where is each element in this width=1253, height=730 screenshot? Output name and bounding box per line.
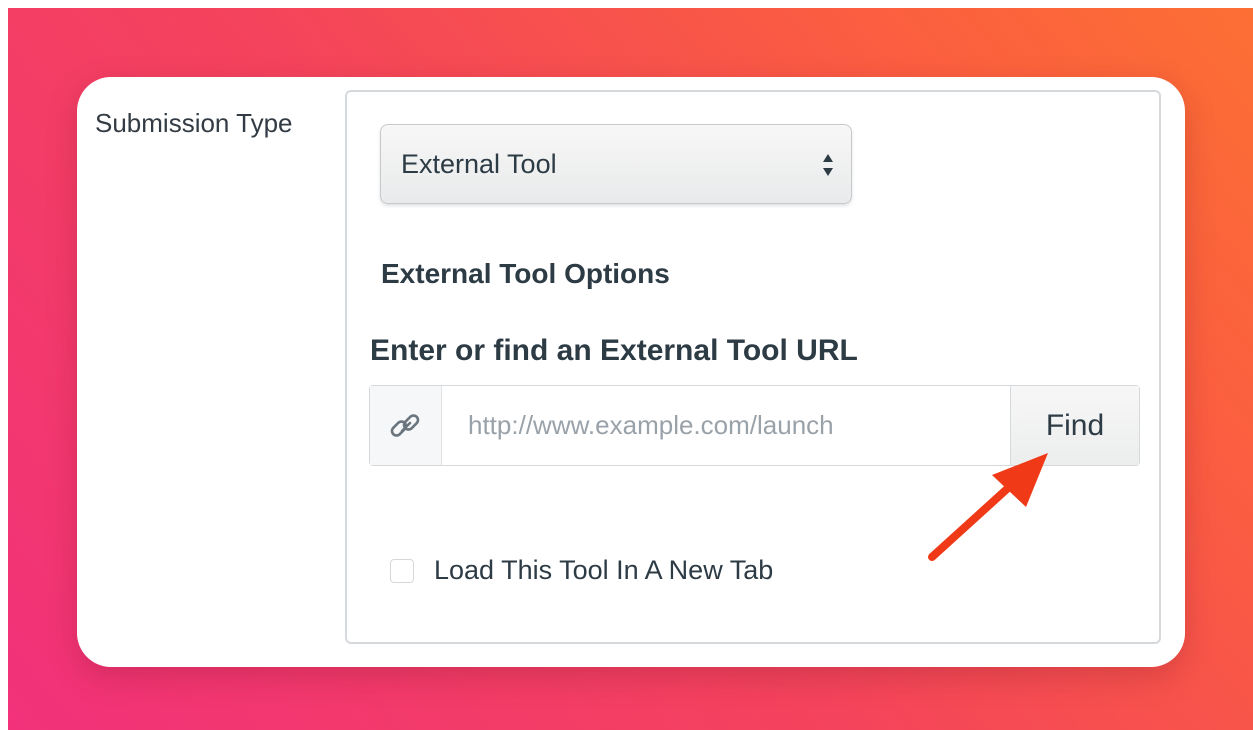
external-tool-url-label: Enter or find an External Tool URL [370, 334, 858, 367]
new-tab-checkbox-label[interactable]: Load This Tool In A New Tab [434, 555, 773, 586]
submission-type-label: Submission Type [95, 108, 293, 138]
select-arrows-icon [823, 154, 833, 176]
new-tab-checkbox[interactable] [390, 559, 414, 583]
link-icon [390, 414, 420, 437]
external-tool-options-heading: External Tool Options [381, 258, 670, 289]
link-addon [370, 386, 442, 465]
red-arrow-icon [928, 453, 1048, 561]
submission-type-select[interactable]: External Tool [380, 124, 852, 204]
submission-type-selected-value: External Tool [401, 149, 557, 179]
